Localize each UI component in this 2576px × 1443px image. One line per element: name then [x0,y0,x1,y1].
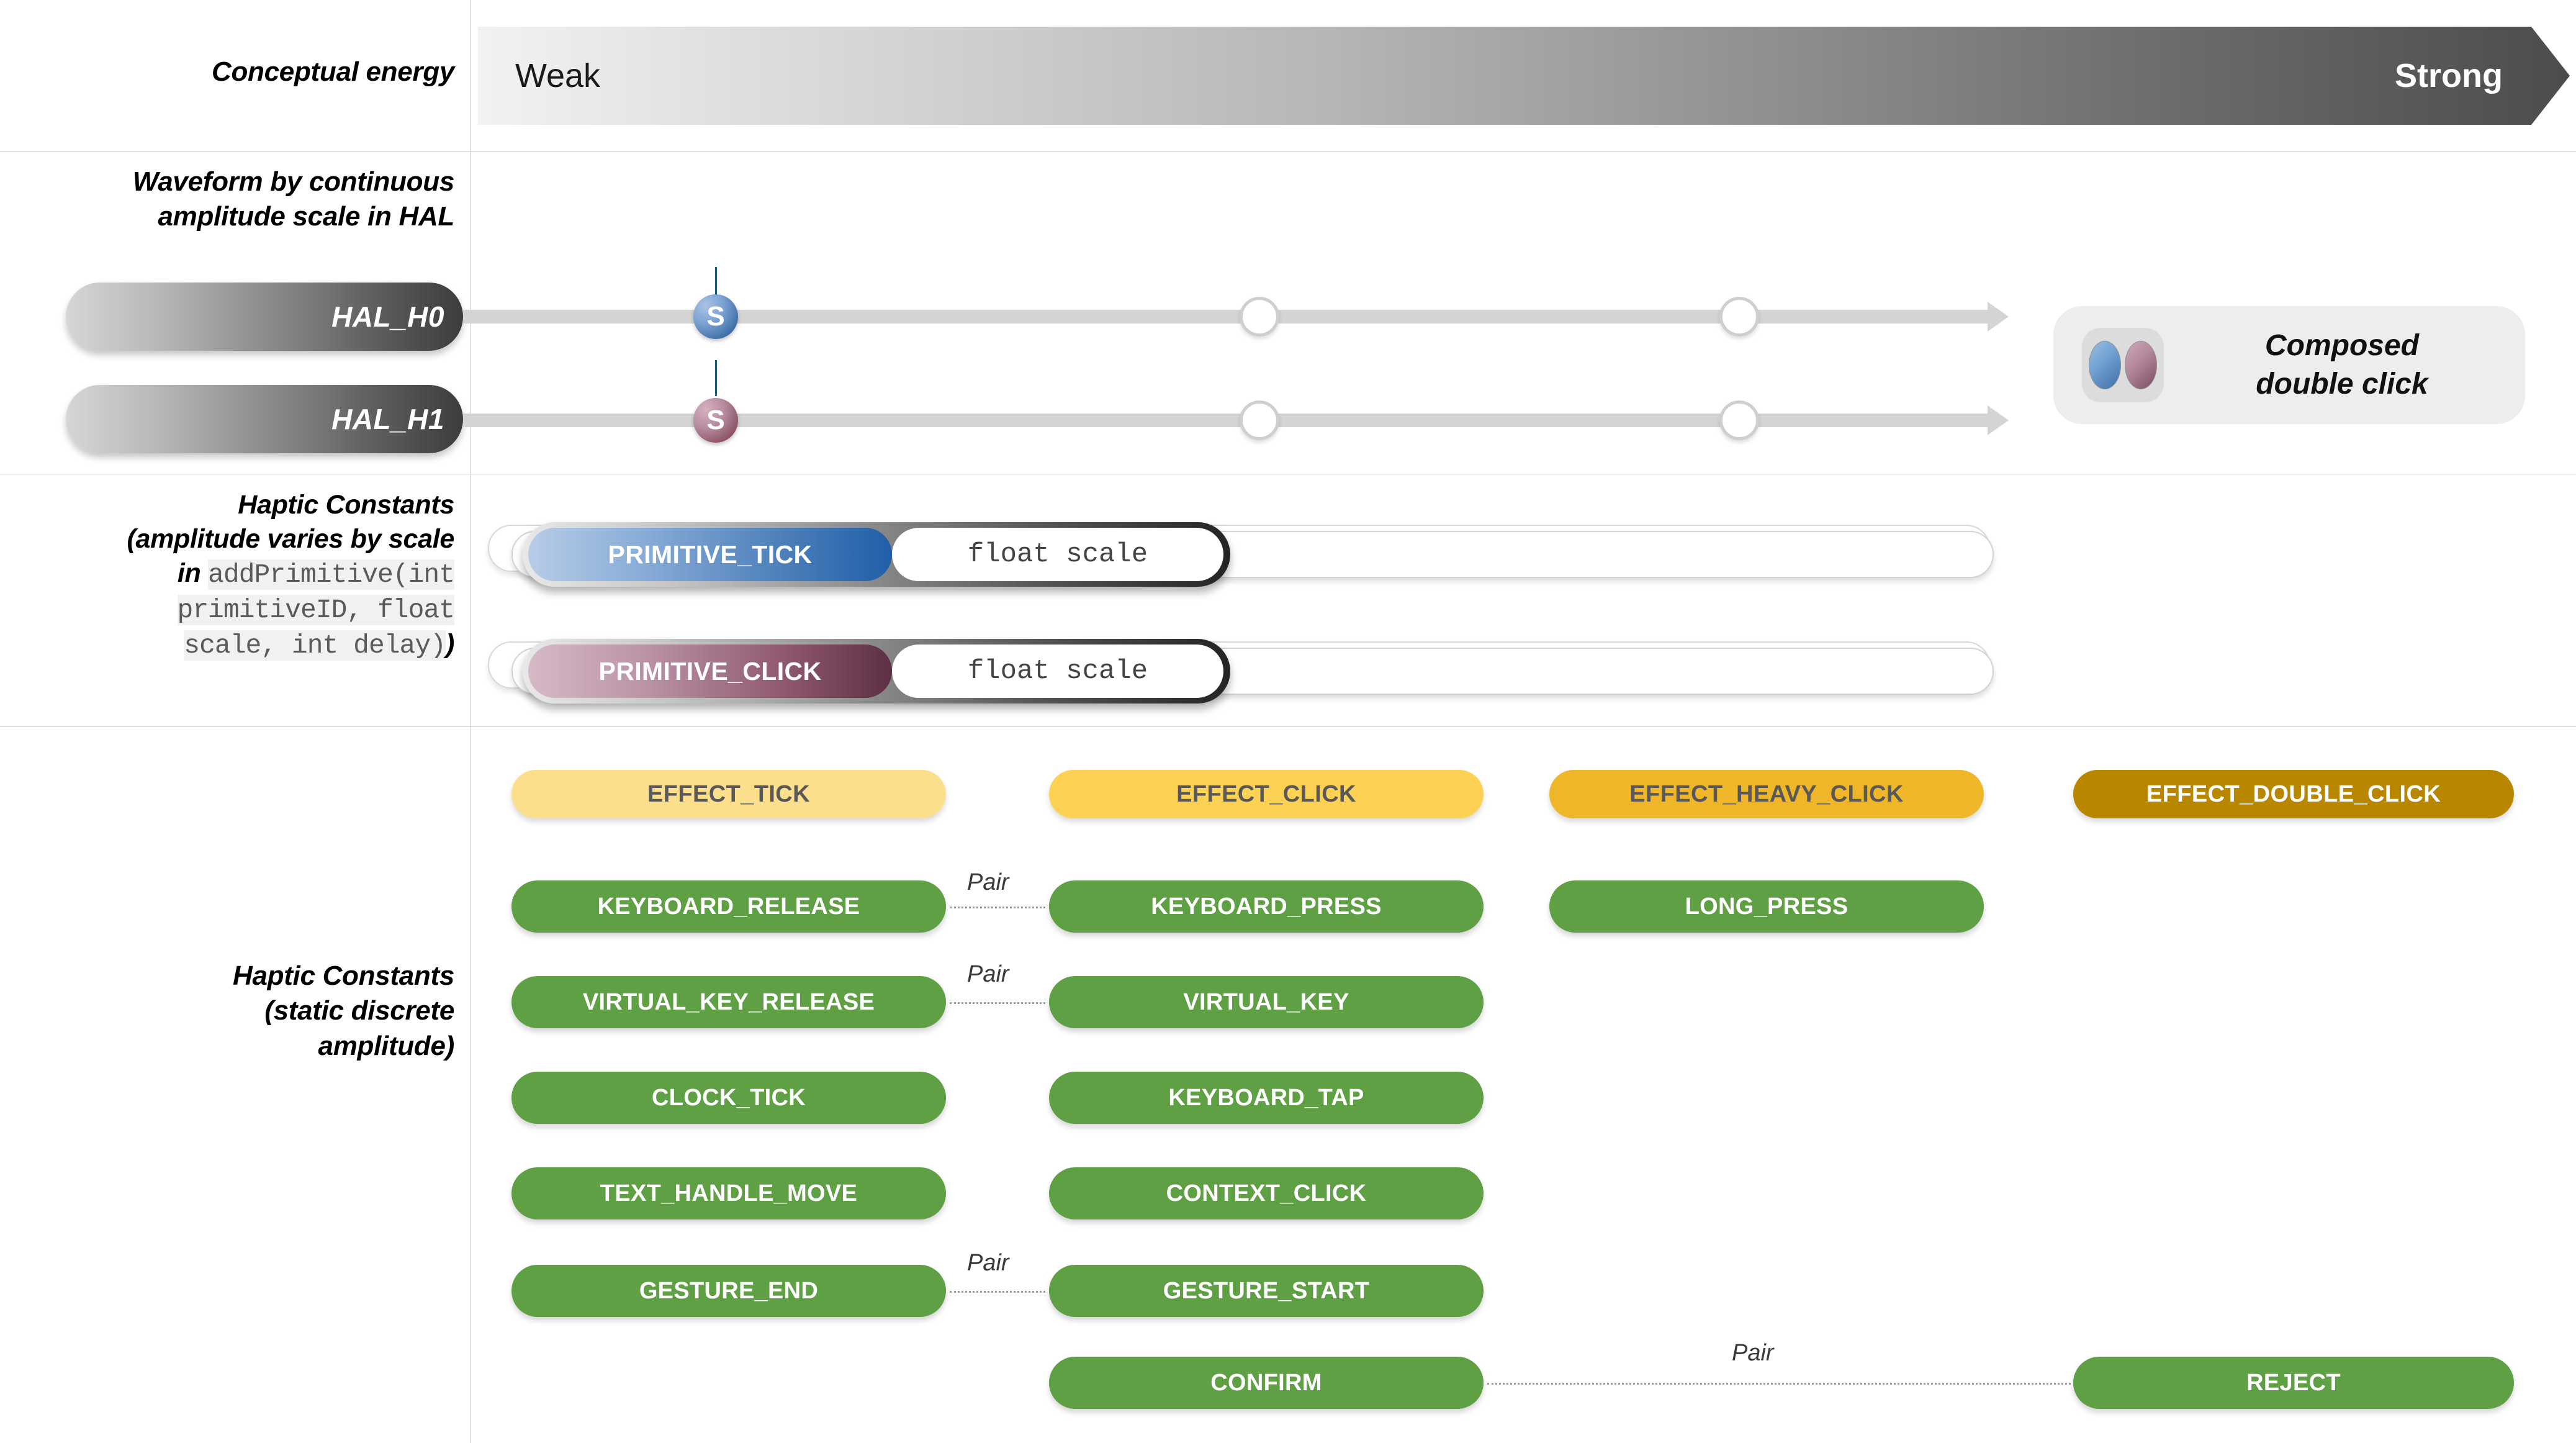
const-pill-text-handle-move-label: TEXT_HANDLE_MOVE [600,1180,858,1206]
primitives-code-line2: primitiveID, float [177,595,455,626]
primitives-label-close: ) [445,629,454,659]
pair-label-confirm-reject: Pair [1732,1340,1774,1366]
effect-pill-heavy-click[interactable]: EFFECT_HEAVY_CLICK [1549,770,1984,818]
primitive-click-knob[interactable]: PRIMITIVE_CLICK float scale [523,639,1230,703]
const-pill-long-press-label: LONG_PRESS [1685,893,1849,920]
primitive-click-value-text: float scale [967,656,1148,687]
hal-h0-label: HAL_H0 [331,301,444,333]
hal-h1-slot-high[interactable] [1719,400,1759,440]
primitive-tick-value: float scale [892,528,1223,581]
const-pill-keyboard-release[interactable]: KEYBOARD_RELEASE [511,880,946,933]
constants-label-line1: Haptic Constants [232,961,454,991]
hal-h0-slot-mid[interactable] [1240,297,1279,337]
primitive-tick-chip: PRIMITIVE_TICK [528,528,892,581]
effect-pill-heavy-click-label: EFFECT_HEAVY_CLICK [1629,780,1904,807]
hal-h0-scale-marker[interactable]: S [693,294,738,339]
const-pill-virtual-key[interactable]: VIRTUAL_KEY [1049,976,1484,1028]
pair-connector-virtual-key [950,1002,1045,1004]
haptics-overview-diagram: Conceptual energy Weak Strong Waveform b… [0,0,2576,1443]
const-pill-context-click[interactable]: CONTEXT_CLICK [1049,1167,1484,1219]
const-pill-gesture-start[interactable]: GESTURE_START [1049,1265,1484,1317]
composed-line2: double click [2256,368,2428,400]
const-pill-keyboard-press[interactable]: KEYBOARD_PRESS [1049,880,1484,933]
const-pill-keyboard-release-label: KEYBOARD_RELEASE [597,893,860,920]
composed-line1: Composed [2264,328,2419,362]
effect-pill-double-click-label: EFFECT_DOUBLE_CLICK [2146,780,2441,807]
const-pill-clock-tick-label: CLOCK_TICK [652,1084,806,1111]
const-pill-gesture-end[interactable]: GESTURE_END [511,1265,946,1317]
section-divider-energy [0,151,2576,152]
const-pill-text-handle-move[interactable]: TEXT_HANDLE_MOVE [511,1167,946,1219]
composed-dot-secondary [2125,341,2157,389]
constants-section-label: Haptic Constants (static discrete amplit… [25,959,454,1064]
const-pill-reject-label: REJECT [2246,1369,2341,1396]
const-pill-keyboard-press-label: KEYBOARD_PRESS [1151,893,1382,920]
pair-label-keyboard: Pair [967,869,1009,895]
primitive-click-chip: PRIMITIVE_CLICK [528,645,892,698]
effect-pill-double-click[interactable]: EFFECT_DOUBLE_CLICK [2073,770,2514,818]
primitive-tick-value-text: float scale [967,539,1148,570]
pair-label-gesture: Pair [967,1250,1009,1276]
effect-pill-click-label: EFFECT_CLICK [1176,780,1356,807]
hal-h0-track-arrow [1988,302,2009,332]
composed-double-click-text: Composed double click [2187,327,2497,404]
conceptual-energy-label: Conceptual energy [212,57,454,87]
energy-weak-label: Weak [515,57,601,94]
const-pill-clock-tick[interactable]: CLOCK_TICK [511,1072,946,1124]
effect-pill-click[interactable]: EFFECT_CLICK [1049,770,1484,818]
effect-pill-tick-label: EFFECT_TICK [647,780,810,807]
const-pill-virtual-key-label: VIRTUAL_KEY [1183,988,1349,1015]
constants-label-line3: amplitude) [318,1030,455,1061]
hal-h0-slot-high[interactable] [1719,297,1759,337]
const-pill-context-click-label: CONTEXT_CLICK [1166,1180,1367,1206]
hal-section-label: Waveform by continuous amplitude scale i… [25,165,455,235]
pair-connector-confirm-reject [1487,1383,2071,1385]
primitives-code-line1: addPrimitive(int [208,559,455,590]
composed-dot-primary [2089,341,2121,389]
hal-h1-scale-guide [715,360,717,396]
composed-double-click-card[interactable]: Composed double click [2053,306,2525,424]
const-pill-virtual-key-release[interactable]: VIRTUAL_KEY_RELEASE [511,976,946,1028]
hal-label-line1: Waveform by continuous [132,166,455,197]
primitives-section-label: Haptic Constants (amplitude varies by sc… [12,488,455,663]
const-pill-long-press[interactable]: LONG_PRESS [1549,880,1984,933]
section-divider-primitives [0,726,2576,727]
pair-connector-gesture [950,1291,1045,1293]
effect-pill-tick[interactable]: EFFECT_TICK [511,770,946,818]
pair-label-virtual-key: Pair [967,961,1009,987]
pair-connector-keyboard [950,907,1045,908]
const-pill-keyboard-tap[interactable]: KEYBOARD_TAP [1049,1072,1484,1124]
primitives-code-line3: scale, int delay) [184,630,446,661]
primitive-click-value: float scale [892,645,1223,698]
conceptual-energy-arrow: Weak Strong [478,27,2570,125]
hal-h1-slot-mid[interactable] [1240,400,1279,440]
const-pill-confirm-label: CONFIRM [1210,1369,1322,1396]
const-pill-virtual-key-release-label: VIRTUAL_KEY_RELEASE [582,988,875,1015]
hal-h0-pill[interactable]: HAL_H0 [66,283,463,351]
label-column-divider [470,0,471,1443]
hal-h1-marker-label: S [706,405,725,435]
constants-label-line2: (static discrete [264,995,454,1026]
primitive-tick-label: PRIMITIVE_TICK [608,540,813,569]
composed-double-click-icon [2082,328,2164,402]
hal-h1-pill[interactable]: HAL_H1 [66,385,463,453]
primitives-label-line2: (amplitude varies by scale [127,524,454,554]
primitive-tick-knob[interactable]: PRIMITIVE_TICK float scale [523,522,1230,587]
primitive-click-label: PRIMITIVE_CLICK [598,656,822,685]
hal-h1-label: HAL_H1 [331,403,444,435]
const-pill-confirm[interactable]: CONFIRM [1049,1357,1484,1409]
const-pill-reject[interactable]: REJECT [2073,1357,2514,1409]
hal-h0-marker-label: S [706,301,725,332]
hal-h1-scale-marker[interactable]: S [693,398,738,443]
primitives-label-line1: Haptic Constants [238,490,454,520]
hal-label-line2: amplitude scale in HAL [158,201,454,232]
const-pill-gesture-end-label: GESTURE_END [639,1277,819,1304]
hal-h1-track-arrow [1988,405,2009,435]
const-pill-keyboard-tap-label: KEYBOARD_TAP [1168,1084,1364,1111]
const-pill-gesture-start-label: GESTURE_START [1163,1277,1370,1304]
primitives-label-in: in [177,558,209,589]
energy-strong-label: Strong [2395,57,2503,94]
